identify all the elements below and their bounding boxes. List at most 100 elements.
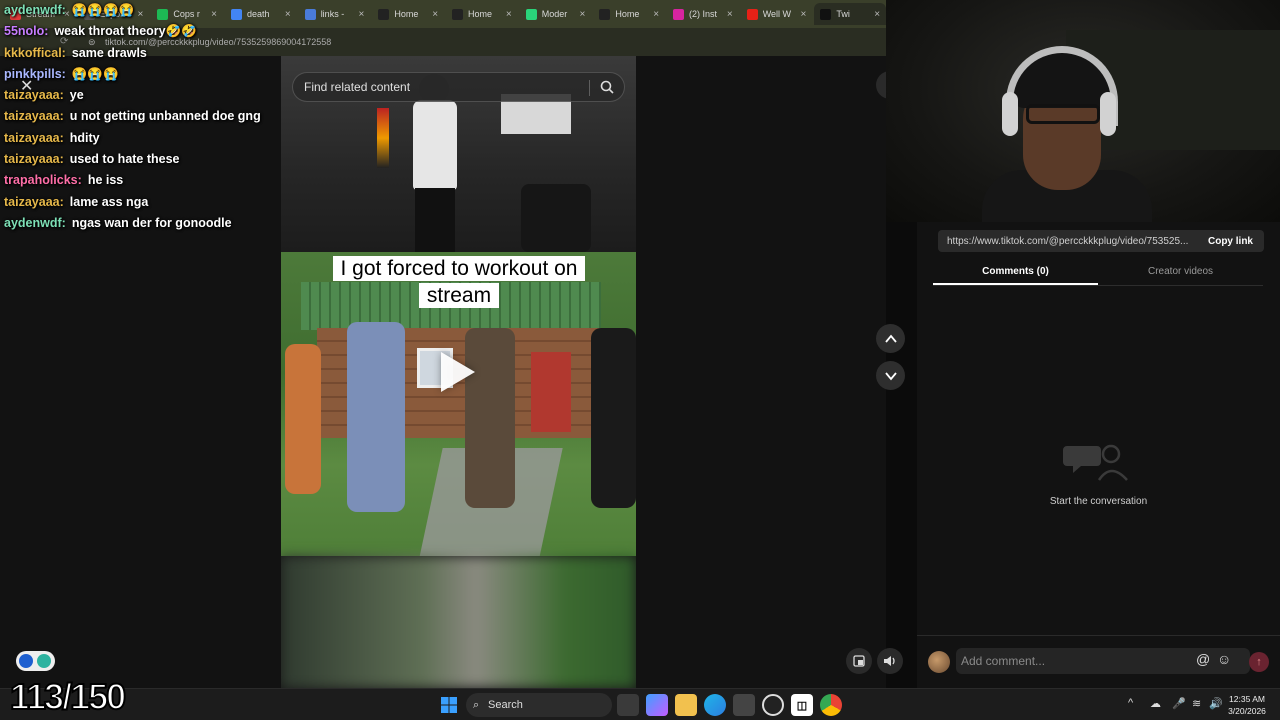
tab-comments[interactable]: Comments (0) <box>933 260 1098 285</box>
volume-button[interactable] <box>877 648 903 674</box>
chat-message: kkkoffical: same drawls <box>4 43 294 64</box>
task-view-icon[interactable] <box>617 694 639 716</box>
chat-username: aydenwdf: <box>4 3 66 17</box>
chat-username: taizayaaa: <box>4 88 64 103</box>
chevron-down-icon <box>884 371 897 380</box>
tab-close-icon[interactable]: × <box>580 9 586 20</box>
close-icon[interactable]: ✕ <box>20 76 33 96</box>
chat-text: u not getting unbanned doe gng <box>69 109 261 124</box>
copy-link-button[interactable]: Copy link <box>1199 236 1264 247</box>
send-icon[interactable]: ↑ <box>1249 652 1269 672</box>
chat-message: aydenwdf: ngas wan der for gonoodle <box>4 213 294 234</box>
tab-favicon-icon <box>746 8 758 20</box>
dancer-right <box>591 328 636 508</box>
avatar[interactable] <box>928 651 950 673</box>
related-search-input[interactable]: Find related content <box>292 72 625 102</box>
headphone-right <box>1100 92 1116 136</box>
tab-close-icon[interactable]: × <box>432 9 438 20</box>
chat-message: taizayaaa: lame ass nga <box>4 192 294 213</box>
taskbar-search-label: Search <box>488 699 523 711</box>
tab-title: Moder <box>541 9 568 19</box>
onedrive-icon[interactable]: ☁ <box>1150 697 1161 710</box>
miniplayer-button[interactable] <box>846 648 872 674</box>
search-icon: ⌕ <box>473 699 480 711</box>
caption-line-2: stream <box>418 283 500 308</box>
browser-tab[interactable]: Twi × <box>814 3 887 25</box>
share-link-bar: https://www.tiktok.com/@percckkkplug/vid… <box>938 230 1264 252</box>
tab-title: links - <box>320 9 345 19</box>
tab-close-icon[interactable]: × <box>359 9 365 20</box>
dancer-blue-shirt <box>347 322 405 512</box>
chrome-icon[interactable] <box>820 694 842 716</box>
mention-icon[interactable]: @ <box>1196 651 1210 667</box>
browser-tab[interactable]: Moder × <box>520 3 592 25</box>
browser-tab[interactable]: links - × <box>299 3 371 25</box>
video-player[interactable]: I got forced to workout on stream <box>281 56 636 688</box>
chat-username: taizayaaa: <box>4 152 64 167</box>
flag-decoration <box>377 108 389 168</box>
video-caption: I got forced to workout on stream <box>313 255 605 309</box>
chat-text: weak throat theory🤣🤣 <box>54 24 197 39</box>
empty-comments-text: Start the conversation <box>1049 496 1148 507</box>
start-icon[interactable] <box>438 694 460 716</box>
tab-close-icon[interactable]: × <box>874 9 880 20</box>
tab-close-icon[interactable]: × <box>727 9 733 20</box>
edge-icon[interactable] <box>704 694 726 716</box>
caption-line-1: I got forced to workout on <box>332 256 586 281</box>
chat-username: aydenwdf: <box>4 215 66 230</box>
chat-message: taizayaaa: ye <box>4 85 294 106</box>
tab-close-icon[interactable]: × <box>801 9 807 20</box>
goal-counter: 113/150 <box>9 675 127 718</box>
next-video-preview[interactable] <box>281 556 636 688</box>
chat-message: trapaholicks: he iss <box>4 170 294 191</box>
wifi-icon[interactable]: ≋ <box>1192 697 1201 710</box>
browser-tab[interactable]: Home × <box>446 3 518 25</box>
tab-creator-videos[interactable]: Creator videos <box>1098 260 1263 285</box>
tray-chevron-icon[interactable]: ^ <box>1128 697 1133 709</box>
chat-text: same drawls <box>71 45 147 60</box>
file-explorer-icon[interactable] <box>675 694 697 716</box>
chat-username: taizayaaa: <box>4 130 64 145</box>
next-video-button[interactable] <box>876 361 905 390</box>
search-icon[interactable] <box>600 80 614 94</box>
previous-video-button[interactable] <box>876 324 905 353</box>
chat-username: pinkkpills: <box>4 66 66 81</box>
tab-close-icon[interactable]: × <box>653 9 659 20</box>
taskbar-clock[interactable]: 12:35 AM 3/20/2026 <box>1218 693 1276 717</box>
current-video[interactable]: I got forced to workout on stream <box>281 252 636 556</box>
chat-username: kkkoffical: <box>4 45 66 60</box>
chat-message: aydenwdf: 😭😭😭😭 <box>4 0 294 21</box>
browser-tab[interactable]: Home × <box>372 3 444 25</box>
taskbar-search[interactable]: ⌕ Search <box>466 693 612 717</box>
emoji-icon[interactable]: ☺ <box>1217 651 1231 667</box>
tab-close-icon[interactable]: × <box>506 9 512 20</box>
person-legs <box>415 188 455 252</box>
chat-text: lame ass nga <box>69 194 149 209</box>
chat-text: hdity <box>69 130 100 145</box>
share-url[interactable]: https://www.tiktok.com/@percckkkplug/vid… <box>938 236 1199 247</box>
chat-message: 55nolo: weak throat theory🤣🤣 <box>4 21 294 42</box>
browser-tab[interactable]: Well W × <box>741 3 813 25</box>
panel-tabs: Comments (0) Creator videos <box>933 260 1263 286</box>
tab-title: Home <box>394 9 419 19</box>
browser-tab[interactable]: (2) Inst × <box>667 3 739 25</box>
browser-tab[interactable]: Home × <box>593 3 665 25</box>
chat-username: 55nolo: <box>4 24 49 39</box>
tab-favicon-icon <box>452 8 464 20</box>
comment-bar: Add comment... @ ☺ ↑ <box>917 635 1280 688</box>
chat-text: ngas wan der for gonoodle <box>71 215 232 230</box>
obs-icon[interactable] <box>762 694 784 716</box>
chat-username: taizayaaa: <box>4 194 64 209</box>
chevron-up-icon <box>884 334 897 343</box>
capcut-icon[interactable]: ◫ <box>791 694 813 716</box>
empty-comments-icon <box>1063 444 1128 481</box>
chat-message: taizayaaa: u not getting unbanned doe gng <box>4 106 294 127</box>
windows-taskbar: ⌕ Search ◫ ^ ☁ 🎤 ≋ 🔊 12:35 AM 3/20/2026 <box>0 688 1280 720</box>
store-icon[interactable] <box>733 694 755 716</box>
tab-title: Twi <box>836 9 850 19</box>
copilot-icon[interactable] <box>646 694 668 716</box>
play-icon[interactable] <box>441 352 475 392</box>
mic-icon[interactable]: 🎤 <box>1172 697 1186 710</box>
tiktok-side-panel: https://www.tiktok.com/@percckkkplug/vid… <box>917 222 1280 688</box>
tab-favicon-icon <box>599 8 611 20</box>
